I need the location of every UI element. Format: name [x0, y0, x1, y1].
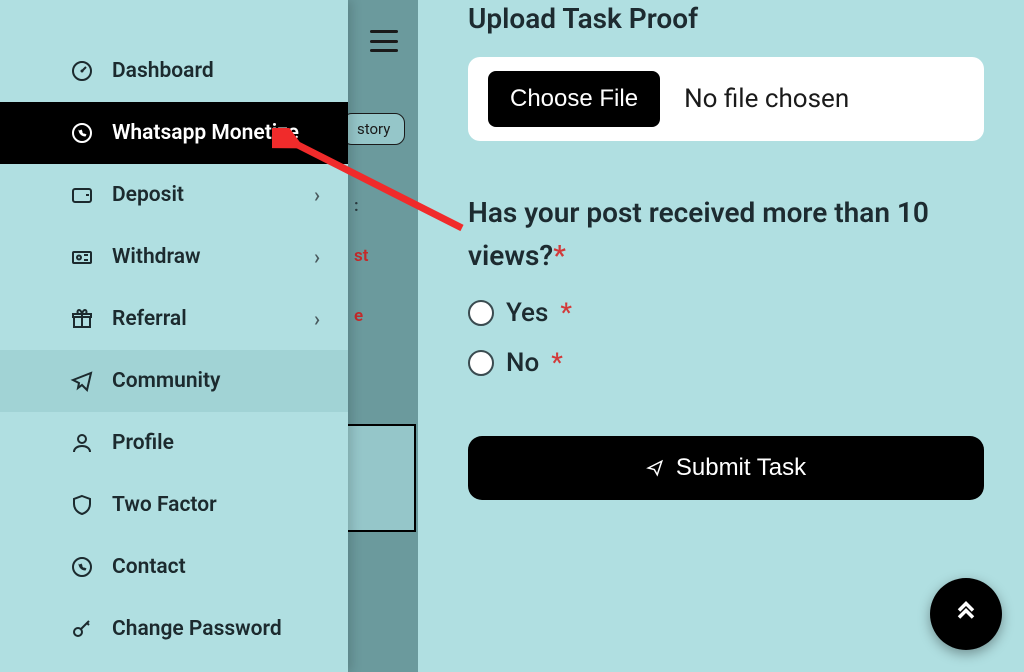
file-upload-control[interactable]: Choose File No file chosen: [468, 57, 984, 141]
obscured-text: :: [354, 196, 359, 216]
upload-section-title: Upload Task Proof: [468, 2, 984, 35]
submit-task-button[interactable]: Submit Task: [468, 436, 984, 500]
sidebar-item-dashboard[interactable]: Dashboard: [0, 40, 348, 102]
sidebar-item-label: Whatsapp Monetize: [112, 121, 320, 145]
wallet-icon: [70, 183, 94, 207]
chevrons-up-icon: [952, 600, 980, 628]
sidebar-item-two-factor[interactable]: Two Factor: [0, 474, 348, 536]
sidebar-item-community[interactable]: Community: [0, 350, 348, 412]
hamburger-menu-button[interactable]: [370, 30, 398, 52]
history-pill[interactable]: story: [342, 113, 405, 145]
question-text: Has your post received more than 10 view…: [468, 196, 929, 272]
user-icon: [70, 431, 94, 455]
chevron-right-icon: ›: [314, 245, 320, 269]
chevron-right-icon: ›: [314, 307, 320, 331]
sidebar-item-change-password[interactable]: Change Password: [0, 598, 348, 660]
sidebar-item-profile[interactable]: Profile: [0, 412, 348, 474]
sidebar-item-label: Contact: [112, 555, 320, 579]
radio-label: No: [506, 348, 539, 378]
radio-icon: [468, 350, 494, 376]
send-icon: [646, 459, 664, 477]
sidebar-item-label: Withdraw: [112, 245, 314, 269]
sidebar-item-deposit[interactable]: Deposit ›: [0, 164, 348, 226]
sidebar: Dashboard Whatsapp Monetize Deposit › Wi…: [0, 0, 348, 672]
withdraw-icon: [70, 245, 94, 269]
telegram-icon: [70, 369, 94, 393]
required-asterisk: *: [560, 298, 572, 328]
whatsapp-icon: [70, 121, 94, 145]
scroll-to-top-button[interactable]: [930, 578, 1002, 650]
question-views: Has your post received more than 10 view…: [468, 191, 984, 278]
radio-label: Yes: [506, 298, 548, 328]
radio-option-yes[interactable]: Yes *: [468, 298, 984, 328]
sidebar-item-withdraw[interactable]: Withdraw ›: [0, 226, 348, 288]
required-asterisk: *: [551, 348, 563, 378]
sidebar-item-label: Community: [112, 369, 320, 393]
sidebar-item-label: Change Password: [112, 617, 320, 641]
required-asterisk: *: [553, 239, 566, 272]
obscured-box: [342, 424, 416, 532]
sidebar-item-whatsapp-monetize[interactable]: Whatsapp Monetize: [0, 102, 348, 164]
sidebar-item-label: Two Factor: [112, 493, 320, 517]
sidebar-item-referral[interactable]: Referral ›: [0, 288, 348, 350]
choose-file-button[interactable]: Choose File: [488, 71, 660, 127]
gift-icon: [70, 307, 94, 331]
obscured-text: e: [354, 306, 363, 326]
submit-label: Submit Task: [676, 454, 806, 482]
shield-icon: [70, 493, 94, 517]
sidebar-item-label: Deposit: [112, 183, 314, 207]
dashboard-icon: [70, 59, 94, 83]
file-status-text: No file chosen: [684, 84, 849, 114]
sidebar-item-label: Profile: [112, 431, 320, 455]
main-content: Upload Task Proof Choose File No file ch…: [418, 0, 1024, 672]
chevron-right-icon: ›: [314, 183, 320, 207]
sidebar-item-label: Dashboard: [112, 59, 320, 83]
background-scrim: story : st e: [348, 0, 418, 672]
obscured-text: st: [354, 246, 368, 266]
sidebar-item-label: Referral: [112, 307, 314, 331]
radio-icon: [468, 300, 494, 326]
whatsapp-icon: [70, 555, 94, 579]
key-icon: [70, 617, 94, 641]
sidebar-item-contact[interactable]: Contact: [0, 536, 348, 598]
radio-option-no[interactable]: No *: [468, 348, 984, 378]
